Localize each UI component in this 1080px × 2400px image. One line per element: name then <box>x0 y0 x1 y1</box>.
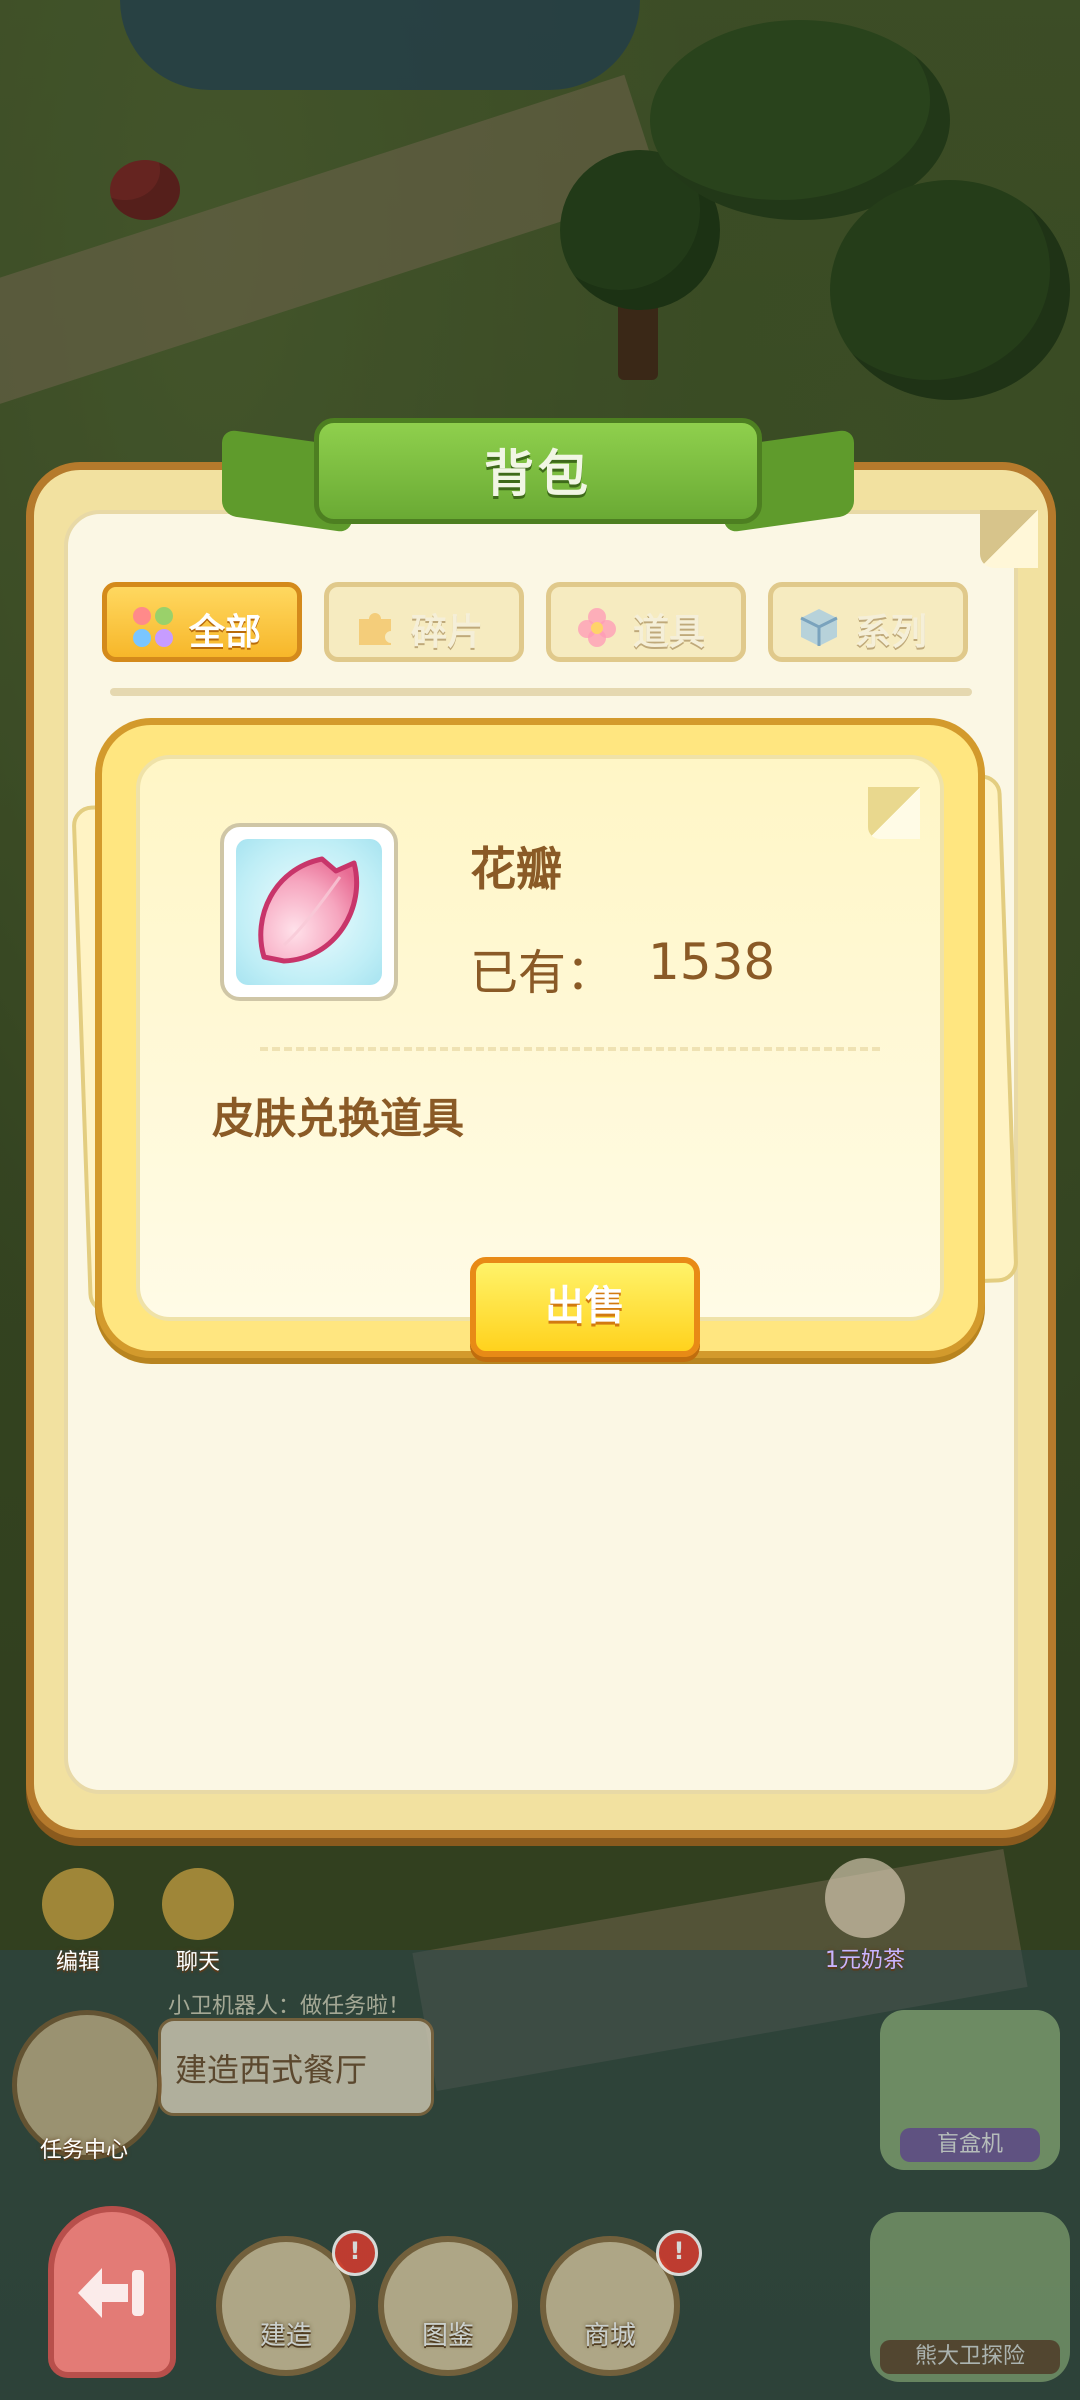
tab-series-label: 系列 <box>855 612 928 653</box>
grid-icon <box>133 607 173 647</box>
box-icon <box>800 609 838 646</box>
tab-props[interactable]: 道具 <box>546 582 746 662</box>
sell-button[interactable]: 出售 <box>470 1257 700 1357</box>
expedition-button[interactable]: 熊大卫探险 <box>870 2212 1070 2382</box>
tab-fragments-label: 碎片 <box>411 612 484 653</box>
build-label: 建造 <box>259 2321 312 2351</box>
edit-icon <box>42 1868 114 1940</box>
milk-tea-button[interactable]: 1元奶茶 <box>800 1858 930 1974</box>
blind-box-label: 盲盒机 <box>900 2128 1040 2162</box>
shop-alert-badge: ! <box>656 2230 702 2276</box>
tab-series[interactable]: 系列 <box>768 582 968 662</box>
detail-separator <box>260 1047 880 1051</box>
tab-all[interactable]: 全部 <box>102 582 302 662</box>
owned-label: 已有： <box>470 945 615 1001</box>
exit-button[interactable] <box>48 2206 176 2378</box>
shop-label: 商城 <box>583 2321 636 2351</box>
edit-label: 编辑 <box>55 1950 100 1975</box>
robot-speaker-text: 小卫机器人：做任务啦！ <box>168 1994 411 2019</box>
item-detail-card: 花瓣 已有： 1538 皮肤兑换道具 出售 <box>136 755 944 1357</box>
detail-page-fold <box>868 787 920 839</box>
blind-box-button[interactable]: 盲盒机 <box>880 2010 1060 2170</box>
tab-fragments[interactable]: 碎片 <box>324 582 524 662</box>
tab-all-label: 全部 <box>189 612 262 653</box>
edit-button[interactable]: 编辑 <box>30 1868 126 1976</box>
build-alert-badge: ! <box>332 2230 378 2276</box>
atlas-button[interactable]: 图鉴 <box>378 2236 518 2376</box>
expedition-label: 熊大卫探险 <box>880 2340 1060 2374</box>
atlas-label: 图鉴 <box>421 2321 474 2351</box>
milk-tea-icon <box>825 1858 905 1938</box>
chat-label: 聊天 <box>175 1950 220 1975</box>
task-center-label: 任务中心 <box>39 2138 128 2163</box>
bag-page-fold <box>980 510 1038 568</box>
item-description: 皮肤兑换道具 <box>212 1094 465 1143</box>
task-text: 建造西式餐厅 <box>175 2051 368 2089</box>
owned-count: 1538 <box>648 933 776 991</box>
exit-icon <box>78 2268 144 2318</box>
item-icon-frame <box>220 823 398 1001</box>
bag-title-ribbon: 背包 <box>222 412 854 534</box>
bag-title: 背包 <box>484 445 592 503</box>
puzzle-icon <box>359 613 391 645</box>
flower-icon <box>578 608 616 647</box>
tab-props-label: 道具 <box>633 612 706 653</box>
bag-divider <box>110 688 972 696</box>
chat-icon <box>162 1868 234 1940</box>
petal-icon <box>258 856 360 964</box>
chat-button[interactable]: 聊天 <box>150 1868 246 1976</box>
item-name: 花瓣 <box>470 842 562 896</box>
milk-tea-label: 1元奶茶 <box>825 1948 905 1973</box>
item-detail-popup: 花瓣 已有： 1538 皮肤兑换道具 出售 <box>95 718 985 1358</box>
task-bubble[interactable]: 建造西式餐厅 <box>158 2018 434 2116</box>
